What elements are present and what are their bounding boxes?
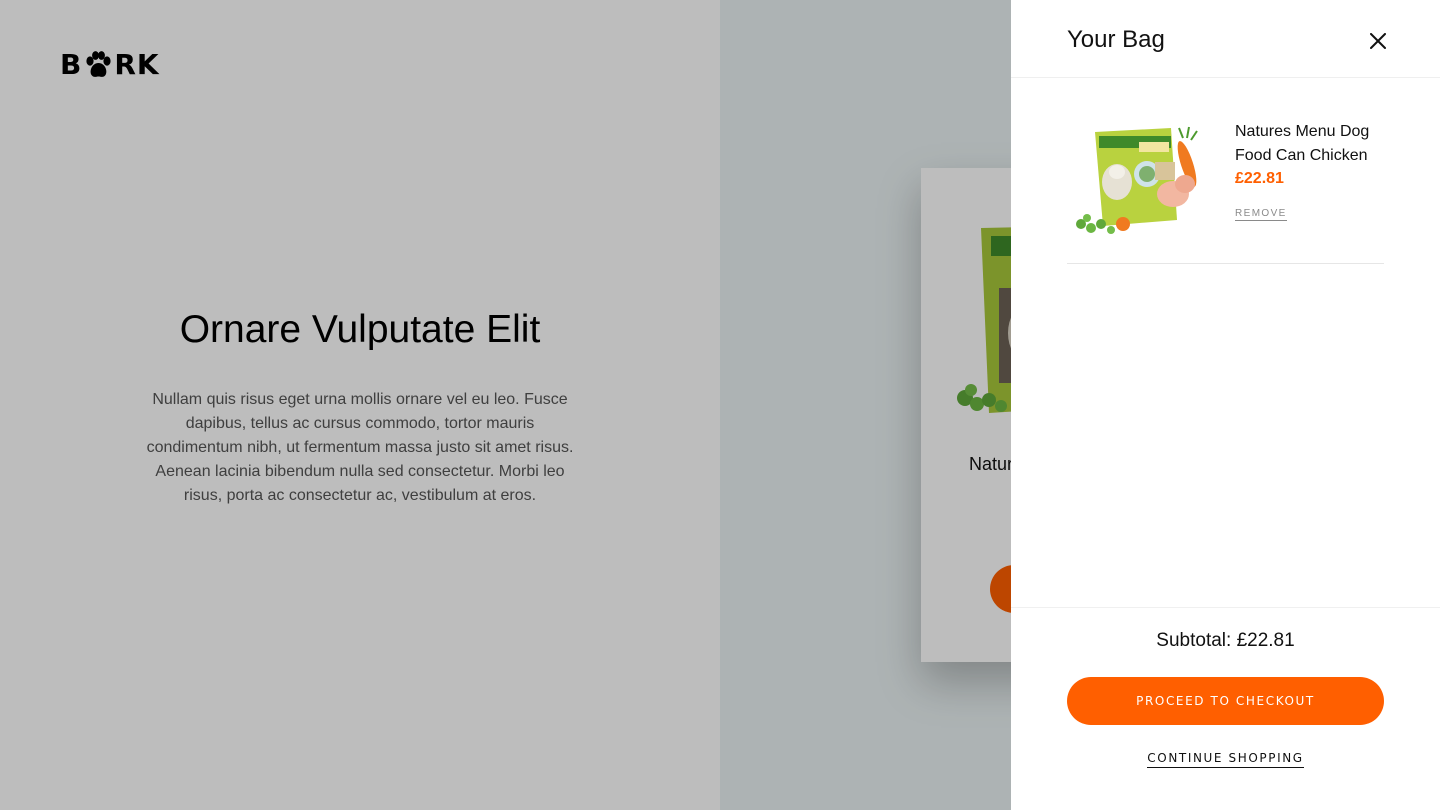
close-button[interactable] [1364, 27, 1392, 55]
close-icon [1370, 33, 1386, 49]
cart-item: Natures Menu Dog Food Can Chicken £22.81… [1067, 110, 1384, 264]
continue-shopping-link[interactable]: CONTINUE SHOPPING [1147, 751, 1304, 768]
cart-title: Your Bag [1067, 26, 1165, 53]
proceed-to-checkout-button[interactable]: PROCEED TO CHECKOUT [1067, 677, 1384, 725]
continue-shopping-row: CONTINUE SHOPPING [1011, 749, 1440, 768]
cart-item-price: £22.81 [1235, 170, 1284, 187]
cart-drawer: Your Bag Natures Menu Dog Food Can Chick… [1011, 0, 1440, 810]
remove-item-link[interactable]: REMOVE [1235, 208, 1287, 221]
cart-footer: Subtotal: £22.81 PROCEED TO CHECKOUT CON… [1011, 607, 1440, 810]
cart-header: Your Bag [1011, 0, 1440, 78]
cart-item-name[interactable]: Natures Menu Dog Food Can Chicken [1235, 120, 1385, 168]
dog-food-bag-image [1076, 126, 1198, 234]
cart-subtotal: Subtotal: £22.81 [1156, 630, 1295, 651]
